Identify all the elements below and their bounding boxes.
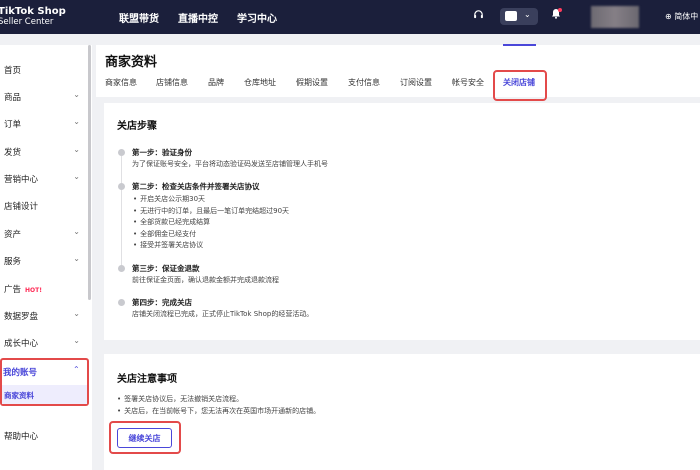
step2-bullet: 全部佣金已经支付: [133, 229, 196, 239]
close-note: 签署关店协议后，无法撤销关店流程。: [117, 394, 243, 404]
sidebar-item-label: 帮助中心: [4, 432, 39, 442]
sidebar-item-store-design[interactable]: 店铺设计: [4, 200, 88, 212]
chevron-up-icon[interactable]: ⌃: [73, 365, 80, 374]
tab-subscription-settings[interactable]: 订阅设置: [400, 77, 432, 88]
sidebar-item-label: 数据罗盘: [4, 312, 39, 322]
step4-text: 店铺关闭流程已完成，正式停止TikTok Shop的经营活动。: [132, 310, 314, 318]
step-dot: [118, 149, 125, 156]
sidebar-item-ads[interactable]: 广告 HOT!: [4, 283, 88, 295]
top-navbar: TikTok Shop Seller Center 联盟带货 直播中控 学习中心…: [0, 0, 700, 34]
step2-heading: 第二步：检查关店条件并签署关店协议: [132, 182, 260, 191]
continue-close-store-button[interactable]: 继续关店: [117, 428, 172, 448]
sidebar-subitem-label: 商家资料: [4, 391, 34, 400]
tab-merchant-info[interactable]: 商家信息: [105, 77, 137, 88]
sidebar-item-label: 商品: [4, 93, 22, 103]
chevron-down-icon: ⌄: [73, 117, 80, 126]
nav-affiliate[interactable]: 联盟带货: [119, 10, 159, 25]
close-notes-title: 关店注意事项: [117, 374, 177, 385]
message-icon: [505, 11, 517, 21]
step-dot: [118, 265, 125, 272]
chevron-down-icon: ⌄: [73, 254, 80, 263]
sidebar-item-label: 营销中心: [4, 175, 39, 185]
sidebar-item-growth-center[interactable]: 成长中心 ⌄: [4, 336, 88, 349]
notification-dot: [558, 8, 562, 12]
sidebar-subitem-merchant-profile[interactable]: 商家资料: [2, 385, 87, 404]
sidebar-item-label: 成长中心: [4, 339, 39, 349]
chevron-down-icon: ⌄: [524, 10, 531, 19]
close-store-tab-highlight: [493, 70, 547, 101]
sidebar-item-label: 店铺设计: [4, 202, 39, 212]
sidebar-item-assets[interactable]: 资产 ⌄: [4, 227, 88, 240]
sidebar-item-label: 发货: [4, 148, 22, 158]
sidebar-item-my-account[interactable]: 我的账号: [3, 366, 37, 378]
tiktok-shop-logo[interactable]: TikTok Shop Seller Center: [0, 6, 66, 28]
sidebar-item-help-center[interactable]: 帮助中心: [4, 430, 88, 442]
step-timeline-line: [121, 156, 122, 270]
language-label: 简体中: [674, 12, 699, 21]
sidebar-item-marketing[interactable]: 营销中心 ⌄: [4, 172, 88, 185]
sidebar-item-shipping[interactable]: 发货 ⌄: [4, 145, 88, 158]
sidebar-item-home[interactable]: 首页: [4, 64, 88, 76]
step2-bullet: 全部货款已经完成结算: [133, 217, 210, 227]
sidebar-item-label: 订单: [4, 120, 22, 130]
sidebar-item-label: 广告: [4, 285, 22, 295]
sidebar-item-data-compass[interactable]: 数据罗盘 ⌄: [4, 309, 88, 322]
close-steps-title: 关店步骤: [117, 121, 157, 132]
tab-payment-info[interactable]: 支付信息: [348, 77, 380, 88]
active-tab-indicator: [503, 44, 536, 46]
chevron-down-icon: ⌄: [73, 145, 80, 154]
nav-learning-center[interactable]: 学习中心: [237, 10, 277, 25]
step1-heading: 第一步：验证身份: [132, 148, 192, 157]
sidebar-item-label: 资产: [4, 230, 22, 240]
tab-warehouse-address[interactable]: 仓库地址: [244, 77, 276, 88]
step4-heading: 第四步：完成关店: [132, 298, 192, 307]
step2-bullet: 无进行中的订单，且最后一笔订单完结超过90天: [133, 206, 289, 216]
page-title: 商家资料: [105, 55, 158, 70]
headset-icon[interactable]: [473, 9, 484, 23]
tab-brand[interactable]: 品牌: [208, 77, 224, 88]
chevron-down-icon: ⌄: [73, 309, 80, 318]
close-note: 关店后，在当前帐号下，您无法再次在英国市场开通新的店铺。: [117, 406, 320, 416]
step2-bullet: 接受并签署关店协议: [133, 240, 203, 250]
step3-text: 前往保证金页面，确认退款金额并完成退款流程: [132, 276, 279, 284]
chevron-down-icon: ⌄: [73, 336, 80, 345]
chevron-down-icon: ⌄: [73, 90, 80, 99]
step-dot: [118, 183, 125, 190]
sidebar-item-orders[interactable]: 订单 ⌄: [4, 117, 88, 130]
step2-bullet: 开启关店公示期30天: [133, 194, 205, 204]
nav-live-console[interactable]: 直播中控: [178, 10, 218, 25]
globe-icon: ⊕: [665, 12, 672, 21]
chevron-down-icon: ⌄: [73, 227, 80, 236]
page-header: 商家资料 商家信息 店铺信息 品牌 仓库地址 假期设置 支付信息 订阅设置 帐号…: [96, 45, 700, 97]
logo-line1: TikTok Shop: [0, 6, 66, 17]
sidebar-item-label: 服务: [4, 257, 22, 267]
step1-text: 为了保证账号安全，平台将动态验证码发送至店铺管理人手机号: [132, 160, 328, 168]
messages-button[interactable]: ⌄: [500, 8, 538, 25]
step3-heading: 第三步：保证金退款: [132, 264, 200, 273]
sidebar-item-products[interactable]: 商品 ⌄: [4, 90, 88, 103]
language-selector[interactable]: ⊕ 简体中: [665, 11, 698, 22]
tab-holiday-settings[interactable]: 假期设置: [296, 77, 328, 88]
tab-store-info[interactable]: 店铺信息: [156, 77, 188, 88]
hot-badge: HOT!: [25, 287, 42, 294]
tab-account-security[interactable]: 帐号安全: [452, 77, 484, 88]
sidebar-item-services[interactable]: 服务 ⌄: [4, 254, 88, 267]
chevron-down-icon: ⌄: [73, 172, 80, 181]
sidebar-scrollbar[interactable]: [88, 45, 91, 300]
logo-line2: Seller Center: [0, 17, 54, 27]
sidebar-item-label: 首页: [4, 66, 22, 76]
step-dot: [118, 299, 125, 306]
user-avatar-blurred[interactable]: [591, 6, 639, 28]
